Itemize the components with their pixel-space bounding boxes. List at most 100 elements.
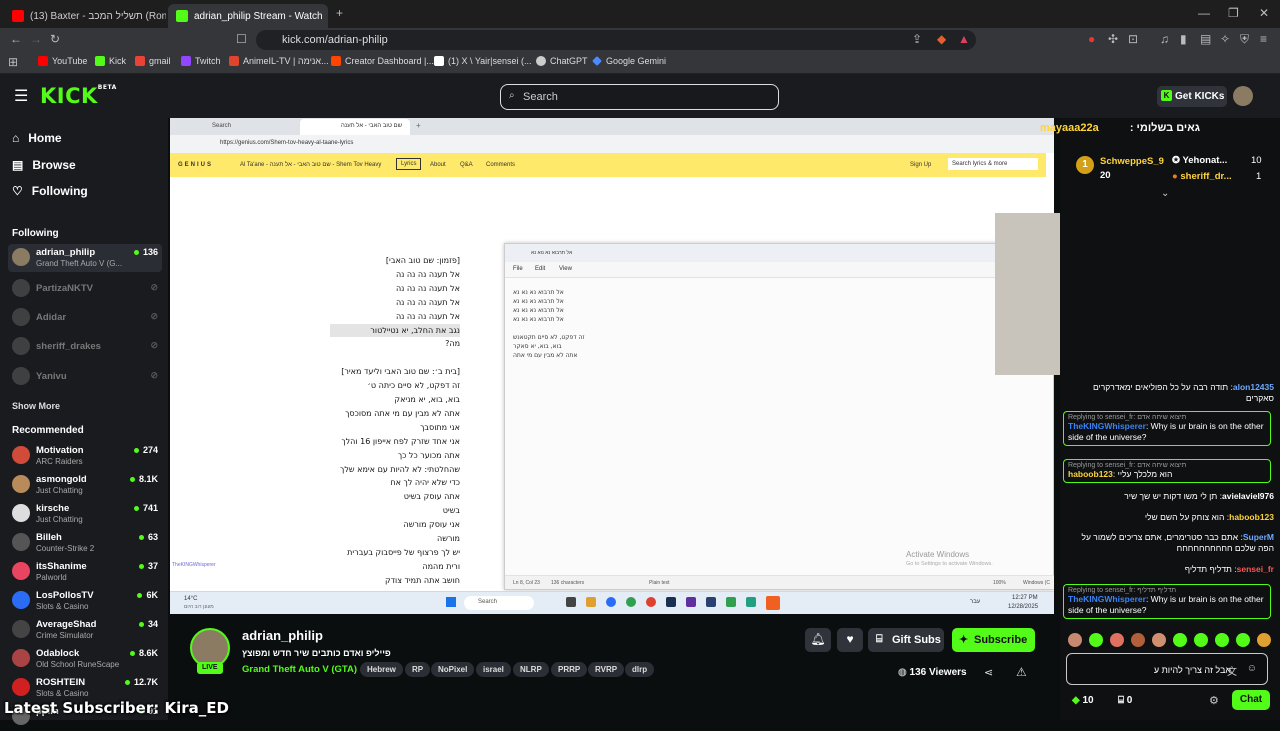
bookmark-youtube[interactable]: YouTube bbox=[38, 56, 87, 66]
brave-shield-icon[interactable]: ◆ bbox=[937, 32, 946, 46]
tag-prrp[interactable]: PRRP bbox=[551, 662, 588, 677]
emote-icon[interactable] bbox=[1089, 633, 1103, 647]
recommended-channel-asmongold[interactable]: asmongold Just Chatting 8.1K bbox=[8, 471, 162, 499]
bookmark-chatgpt[interactable]: ChatGPT bbox=[536, 56, 588, 66]
emote-icon[interactable] bbox=[1194, 633, 1208, 647]
hamburger-menu-icon[interactable]: ☰ bbox=[14, 86, 28, 106]
media-icon[interactable]: ♫ bbox=[1160, 32, 1169, 46]
following-channel-yanivu[interactable]: Yanivu ⊘ bbox=[8, 363, 162, 391]
following-channel-sheriff_drakes[interactable]: sheriff_drakes ⊘ bbox=[8, 333, 162, 361]
gifts-balance[interactable]: ⌸ 0 bbox=[1118, 695, 1132, 706]
emoji-icon[interactable]: ☺ bbox=[1247, 663, 1257, 674]
close-window-icon[interactable]: ✕ bbox=[1259, 6, 1269, 20]
recommended-channel-averageshad[interactable]: AverageShad Crime Simulator 34 bbox=[8, 616, 162, 644]
show-more-link[interactable]: Show More bbox=[12, 401, 60, 411]
vpn-icon[interactable]: ⛨ bbox=[1240, 32, 1249, 47]
tag-nlrp[interactable]: NLRP bbox=[513, 662, 549, 677]
follow-heart-button[interactable]: ♥ bbox=[837, 628, 863, 652]
chat-username[interactable]: sensei_fr bbox=[1237, 564, 1274, 574]
recommended-channel-roshtein[interactable]: ROSHTEIN Slots & Casino 12.7K bbox=[8, 674, 162, 702]
bookmark-animeil[interactable]: AnimeIL-TV | אנימה... bbox=[229, 56, 329, 66]
rewards-icon[interactable]: ▲ bbox=[958, 32, 970, 46]
recommended-channel-kirsche[interactable]: kirsche Just Chatting 741 bbox=[8, 500, 162, 528]
forward-icon[interactable]: → bbox=[30, 32, 42, 46]
following-channel-adrian_philip[interactable]: adrian_philip Grand Theft Auto V (G... 1… bbox=[8, 244, 162, 272]
recommended-channel-itsshanime[interactable]: itsShanime Palworld 37 bbox=[8, 558, 162, 586]
tag-nopixel[interactable]: NoPixel bbox=[431, 662, 475, 677]
bookmark-kick[interactable]: Kick bbox=[95, 56, 126, 66]
gift-subs-button[interactable]: ⌸ Gift Subs bbox=[868, 628, 944, 652]
tag-dlrp[interactable]: dlrp bbox=[625, 662, 655, 677]
recommended-channel-lospollostv[interactable]: LosPollosTV Slots & Casino 6K bbox=[8, 587, 162, 615]
bookmark-twitch[interactable]: Twitch bbox=[181, 56, 221, 66]
user-avatar[interactable] bbox=[1233, 86, 1253, 106]
share-icon[interactable]: ⋖ bbox=[984, 666, 993, 679]
minimize-icon[interactable]: — bbox=[1198, 6, 1210, 20]
apps-grid-icon[interactable]: ⊞ bbox=[8, 55, 18, 69]
bookmark-gemini[interactable]: Google Gemini bbox=[592, 56, 666, 66]
tag-hebrew[interactable]: Hebrew bbox=[360, 662, 403, 677]
emote-icon[interactable] bbox=[1068, 633, 1082, 647]
reload-icon[interactable]: ↻ bbox=[50, 32, 60, 46]
nav-home[interactable]: ⌂ Home bbox=[12, 131, 62, 145]
tag-israel[interactable]: israel bbox=[476, 662, 511, 677]
url-field[interactable]: kick.com/adrian-philip bbox=[256, 30, 976, 50]
following-channel-partizanktv[interactable]: PartizaNKTV ⊘ bbox=[8, 275, 162, 303]
channel-name[interactable]: adrian_philip bbox=[242, 628, 323, 643]
emote-icon[interactable] bbox=[1110, 633, 1124, 647]
recommended-channel-billeh[interactable]: Billeh Counter-Strike 2 63 bbox=[8, 529, 162, 557]
back-icon[interactable]: ← bbox=[10, 32, 22, 46]
leo-icon[interactable]: ✧ bbox=[1220, 32, 1230, 46]
chat-username[interactable]: haboob123 bbox=[1229, 512, 1274, 522]
subscribe-button[interactable]: ✦ Subscribe bbox=[952, 628, 1035, 652]
sidebar-icon[interactable]: ▮ bbox=[1180, 32, 1187, 46]
settings-gear-icon[interactable]: ⚙ bbox=[1209, 694, 1219, 707]
send-chat-button[interactable]: Chat bbox=[1232, 690, 1270, 710]
emote-icon[interactable] bbox=[1215, 633, 1229, 647]
bookmark-creator-dashboard[interactable]: Creator Dashboard |... bbox=[331, 56, 434, 66]
chat-username[interactable]: TheKINGWhisperer bbox=[1068, 421, 1146, 431]
translate-icon[interactable]: 文 bbox=[1227, 663, 1237, 678]
emote-icon[interactable] bbox=[1257, 633, 1271, 647]
nav-following[interactable]: ♡ Following bbox=[12, 184, 88, 198]
browser-tab-youtube[interactable]: (13) Baxter - תשליל המכב (Ronengg D bbox=[4, 4, 166, 28]
notifications-bell-button[interactable]: 🔔︎ bbox=[805, 628, 831, 652]
video-player[interactable]: Search שם טוב האבי - אל תענה + https://g… bbox=[170, 118, 1054, 614]
menu-icon[interactable]: ≡ bbox=[1260, 32, 1267, 46]
new-tab-icon[interactable]: + bbox=[336, 6, 343, 20]
emote-icon[interactable] bbox=[1152, 633, 1166, 647]
stream-category[interactable]: Grand Theft Auto V (GTA) bbox=[242, 664, 357, 675]
kick-logo[interactable]: KICKBETA bbox=[40, 84, 117, 108]
screenshot-icon[interactable]: ⊡ bbox=[1128, 32, 1138, 46]
extensions-icon[interactable]: ✣ bbox=[1108, 32, 1118, 46]
nav-browse[interactable]: ▤ Browse bbox=[12, 158, 76, 172]
wallet-icon[interactable]: ▤ bbox=[1200, 32, 1211, 46]
search-input[interactable]: ⌕ Search bbox=[500, 84, 779, 110]
bookmark-x[interactable]: (1) X \ Yair|sensei (... bbox=[434, 56, 532, 66]
kicks-balance[interactable]: ◆ 10 bbox=[1072, 695, 1094, 706]
tag-rvrp[interactable]: RVRP bbox=[588, 662, 625, 677]
browser-tab-kick[interactable]: adrian_philip Stream - Watch ✕ bbox=[168, 4, 328, 28]
chat-username[interactable]: avielaviel976 bbox=[1222, 491, 1274, 501]
chat-username[interactable]: haboob123 bbox=[1068, 469, 1113, 479]
recommended-channel-motivation[interactable]: Motivation ARC Raiders 274 bbox=[8, 442, 162, 470]
restore-icon[interactable]: ❐ bbox=[1228, 6, 1239, 20]
tag-rp[interactable]: RP bbox=[405, 662, 431, 677]
share-icon[interactable]: ⇪ bbox=[912, 32, 922, 46]
emote-icon[interactable] bbox=[1173, 633, 1187, 647]
chat-input[interactable]: אבל זה צריך להיות ע 文 ☺ bbox=[1066, 653, 1268, 685]
expand-leaderboard-icon[interactable]: ⌄ bbox=[1161, 188, 1169, 199]
emote-icon[interactable] bbox=[1236, 633, 1250, 647]
following-channel-adidar[interactable]: Adidar ⊘ bbox=[8, 304, 162, 332]
extension-record-icon[interactable]: ● bbox=[1088, 32, 1095, 46]
recommended-channel-odablock[interactable]: Odablock Old School RuneScape 8.6K bbox=[8, 645, 162, 673]
emote-icon[interactable] bbox=[1131, 633, 1145, 647]
get-kicks-button[interactable]: K Get KICKs bbox=[1157, 86, 1227, 107]
report-icon[interactable]: ⚠ bbox=[1016, 665, 1027, 679]
bell-icon: 🔔︎ bbox=[810, 632, 826, 646]
chat-username[interactable]: alon12435 bbox=[1233, 382, 1274, 392]
bookmark-gmail[interactable]: gmail bbox=[135, 56, 171, 66]
chat-username[interactable]: TheKINGWhisperer bbox=[1068, 594, 1146, 604]
chat-username[interactable]: SuperM bbox=[1243, 532, 1274, 542]
bookmark-icon[interactable]: ☐ bbox=[236, 32, 247, 46]
